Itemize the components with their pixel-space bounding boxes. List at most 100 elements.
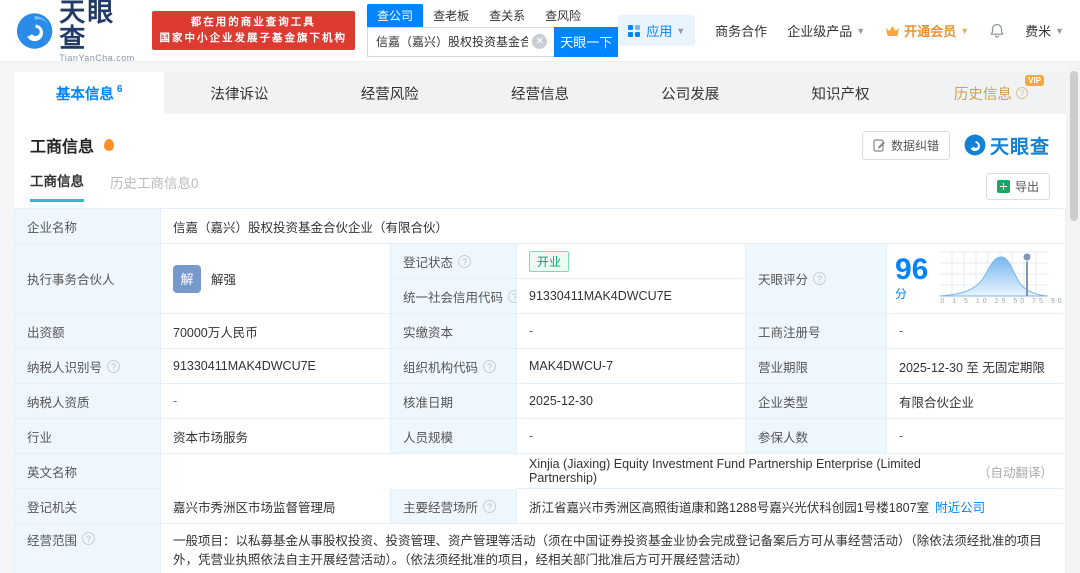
tianyancha-logo-icon <box>16 12 53 49</box>
field-value-paid-in-capital: - <box>517 314 746 349</box>
tianyancha-logo-icon <box>964 134 986 156</box>
field-value-industry: 资本市场服务 <box>161 419 391 454</box>
score-distribution-chart <box>940 251 1049 297</box>
data-correction-button[interactable]: 数据纠错 <box>861 130 950 160</box>
field-label-english-name: 英文名称 <box>15 454 161 489</box>
field-label-uscc: 统一社会信用代码? <box>391 279 517 314</box>
search-input[interactable] <box>367 26 555 57</box>
field-label-executive-partner: 执行事务合伙人 <box>15 244 161 314</box>
page-scrollbar[interactable] <box>1068 63 1080 573</box>
field-value-taxpayer-id: 91330411MAK4DWCU7E <box>161 349 391 384</box>
field-label-staff-size: 人员规模 <box>391 419 517 454</box>
help-icon: ? <box>1015 87 1028 99</box>
info-icon[interactable]: ? <box>508 289 516 303</box>
field-value-main-premises: 浙江省嘉兴市秀洲区高照街道康和路1288号嘉兴光伏科创园1号楼1807室 附近公司 <box>517 489 1066 524</box>
export-button[interactable]: 导出 <box>985 172 1050 200</box>
tab-legal-proceedings[interactable]: 法律诉讼 <box>164 72 314 114</box>
info-icon[interactable]: ? <box>813 272 827 285</box>
field-value-english-name: Xinjia (Jiaxing) Equity Investment Fund … <box>517 454 1066 489</box>
field-label-approval-date: 核准日期 <box>391 384 517 419</box>
field-label-business-scope: 经营范围? <box>15 524 161 573</box>
nav-enterprise-products[interactable]: 企业级产品 ▼ <box>787 21 865 40</box>
field-value-org-code: MAK4DWCU-7 <box>517 349 746 384</box>
crown-icon <box>886 25 900 36</box>
search-tab-company[interactable]: 查公司 <box>367 3 424 27</box>
field-value-registration-status: 开业 <box>517 244 746 279</box>
field-label-taxpayer-id: 纳税人识别号? <box>15 349 161 384</box>
nav-business-cooperation[interactable]: 商务合作 <box>715 21 767 40</box>
field-value-tianyan-score[interactable]: 96分 0 1 5 10 25 50 75 90 <box>887 244 1066 314</box>
partner-avatar[interactable]: 解 <box>173 264 201 293</box>
status-badge: 开业 <box>529 250 570 272</box>
field-label-registration-number: 工商注册号 <box>746 314 887 349</box>
tab-history-info[interactable]: VIP 历史信息? <box>916 72 1066 114</box>
field-value-insured-count: - <box>887 419 1066 454</box>
field-value-business-term: 2025-12-30 至 无固定期限 <box>887 349 1066 384</box>
field-label-business-term: 营业期限 <box>746 349 887 384</box>
tab-business-info[interactable]: 经营信息 <box>465 72 615 114</box>
field-value-registration-number: - <box>887 314 1066 349</box>
partner-name[interactable]: 解强 <box>211 269 236 288</box>
field-value-uscc: 91330411MAK4DWCU7E <box>517 279 746 314</box>
search-button[interactable]: 天眼一下 <box>554 26 619 57</box>
subtab-business-info[interactable]: 工商信息 <box>30 170 84 202</box>
field-label-tianyan-score: 天眼评分? <box>746 244 887 314</box>
field-value-executive-partner: 解 解强 <box>161 244 391 314</box>
field-value-staff-size: - <box>517 419 746 454</box>
username: 费米 <box>1025 24 1052 39</box>
field-value-company-name: 信嘉（嘉兴）股权投资基金合伙企业（有限合伙） <box>161 209 1066 244</box>
top-nav: 应用 ▼ 商务合作 企业级产品 ▼ 开通会员 ▼ 费米 ▼ <box>618 15 1064 46</box>
chevron-down-icon: ▼ <box>960 25 970 36</box>
field-label-org-code: 组织机构代码? <box>391 349 517 384</box>
tab-count: 6 <box>116 83 123 95</box>
field-value-capital: 70000万人民币 <box>161 314 391 349</box>
notification-bell-icon[interactable] <box>989 23 1005 39</box>
edit-doc-icon <box>873 138 885 152</box>
tianyancha-watermark: 天眼查 <box>964 132 1050 159</box>
excel-icon <box>996 179 1010 193</box>
scrollbar-thumb[interactable] <box>1070 71 1078 221</box>
info-icon[interactable]: ? <box>483 499 497 513</box>
promo-badge: 都在用的商业查询工具 国家中小企业发展子基金旗下机构 <box>151 11 356 50</box>
info-icon[interactable]: ? <box>458 254 472 268</box>
apps-grid-icon <box>628 24 641 37</box>
search-area: 查公司 查老板 查关系 查风险 ✕ 天眼一下 <box>367 3 619 57</box>
nav-user-menu[interactable]: 费米 ▼ <box>1025 21 1064 40</box>
field-label-taxpayer-quality: 纳税人资质 <box>15 384 161 419</box>
tab-intellectual-property[interactable]: 知识产权 <box>765 72 915 114</box>
search-tab-relation[interactable]: 查关系 <box>479 4 535 27</box>
info-icon[interactable]: ? <box>82 532 96 545</box>
clear-search-icon[interactable]: ✕ <box>532 33 548 49</box>
auto-translate-note: （自动翻译） <box>977 465 1053 480</box>
tab-company-development[interactable]: 公司发展 <box>615 72 765 114</box>
field-label-company-name: 企业名称 <box>15 209 161 244</box>
brand-name: 天眼查 <box>59 0 116 53</box>
field-value-approval-date: 2025-12-30 <box>517 384 746 419</box>
tianyancha-logo[interactable]: 天眼查 TianYanCha.com <box>16 0 138 63</box>
info-icon[interactable]: ? <box>107 359 121 373</box>
brand-domain: TianYanCha.com <box>59 52 135 63</box>
field-label-industry: 行业 <box>15 419 161 454</box>
nav-apps[interactable]: 应用 ▼ <box>618 15 696 46</box>
field-value-registration-authority: 嘉兴市秀洲区市场监督管理局 <box>161 489 391 524</box>
promo-line2: 国家中小企业发展子基金旗下机构 <box>159 31 348 44</box>
search-tab-risk[interactable]: 查风险 <box>535 4 591 27</box>
nearby-companies-link[interactable]: 附近公司 <box>935 497 985 516</box>
company-section-tabs: 基本信息 6 法律诉讼 经营风险 经营信息 公司发展 知识产权 VIP 历史信息? <box>14 72 1066 114</box>
score-number: 96 <box>895 253 929 286</box>
nav-open-vip[interactable]: 开通会员 ▼ <box>885 21 969 40</box>
search-tab-boss[interactable]: 查老板 <box>423 4 479 27</box>
tab-basic-info[interactable]: 基本信息 6 <box>14 72 165 114</box>
chevron-down-icon: ▼ <box>856 25 866 36</box>
field-label-company-type: 企业类型 <box>746 384 887 419</box>
hot-icon <box>104 139 115 151</box>
info-icon[interactable]: ? <box>483 359 497 373</box>
field-label-main-premises: 主要经营场所? <box>391 489 517 524</box>
subtab-history-business-info[interactable]: 历史工商信息0 <box>110 172 199 201</box>
field-value-company-type: 有限合伙企业 <box>887 384 1066 419</box>
chevron-down-icon: ▼ <box>676 25 686 36</box>
tab-operational-risk[interactable]: 经营风险 <box>315 72 465 114</box>
subtab-count: 0 <box>191 175 199 191</box>
chevron-down-icon: ▼ <box>1055 25 1064 36</box>
promo-line1: 都在用的商业查询工具 <box>190 16 316 29</box>
